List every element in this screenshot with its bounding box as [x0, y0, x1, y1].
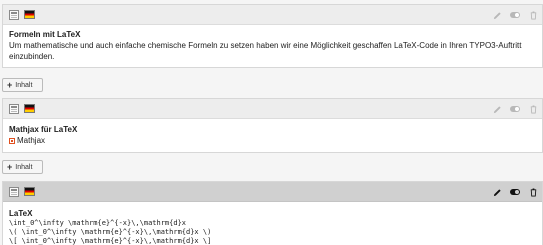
content-element-formeln: Formeln mit LaTeX Um mathematische und a…: [2, 4, 543, 68]
element-header: [3, 182, 542, 202]
german-flag-icon: [24, 10, 35, 19]
add-content-label: Inhalt: [15, 81, 33, 89]
latex-line: \int_0^\infty \mathrm{e}^{-x}\,\mathrm{d…: [9, 219, 187, 227]
delete-button[interactable]: [524, 99, 542, 119]
add-content-button[interactable]: + Inhalt: [2, 160, 43, 174]
delete-button[interactable]: [524, 182, 542, 202]
toggle-visibility-button[interactable]: [506, 5, 524, 25]
element-body[interactable]: LaTeX \int_0^\infty \mathrm{e}^{-x}\,\ma…: [3, 202, 542, 245]
latex-line: \( \int_0^\infty \mathrm{e}^{-x}\,\mathr…: [9, 228, 212, 236]
trash-icon: [530, 187, 536, 197]
toggle-visibility-icon: [510, 189, 520, 195]
plus-icon: +: [7, 161, 13, 172]
content-element-mathjax: Mathjax für LaTeX Mathjax: [2, 98, 543, 153]
element-header: [3, 5, 542, 25]
pencil-icon: [493, 188, 501, 196]
content-type-icon: [9, 10, 19, 20]
add-content-button[interactable]: + Inhalt: [2, 78, 43, 92]
delete-button[interactable]: [524, 5, 542, 25]
trash-icon: [530, 104, 536, 114]
toggle-visibility-button[interactable]: [506, 182, 524, 202]
content-type-icon: [9, 104, 19, 114]
element-body[interactable]: Mathjax für LaTeX Mathjax: [3, 119, 542, 150]
element-actions: [488, 99, 542, 119]
plugin-name: Mathjax: [17, 136, 46, 145]
toggle-visibility-icon: [510, 106, 520, 112]
content-element-latex: LaTeX \int_0^\infty \mathrm{e}^{-x}\,\ma…: [2, 181, 543, 245]
pencil-icon: [493, 105, 501, 113]
pencil-icon: [493, 11, 501, 19]
element-actions: [488, 182, 542, 202]
element-body[interactable]: Formeln mit LaTeX Um mathematische und a…: [3, 25, 542, 66]
element-title: Formeln mit LaTeX: [9, 30, 81, 39]
edit-button[interactable]: [488, 182, 506, 202]
edit-button[interactable]: [488, 99, 506, 119]
toggle-visibility-icon: [510, 12, 520, 18]
add-content-label: Inhalt: [15, 163, 33, 171]
element-title: LaTeX: [9, 209, 33, 218]
element-header: [3, 99, 542, 119]
german-flag-icon: [24, 104, 35, 113]
latex-line: \[ \int_0^\infty \mathrm{e}^{-x}\,\mathr…: [9, 237, 212, 245]
element-text: Um mathematische und auch einfache chemi…: [9, 41, 522, 61]
element-actions: [488, 5, 542, 25]
element-title: Mathjax für LaTeX: [9, 125, 78, 134]
edit-button[interactable]: [488, 5, 506, 25]
trash-icon: [530, 10, 536, 20]
german-flag-icon: [24, 187, 35, 196]
plugin-icon: [9, 138, 15, 144]
plus-icon: +: [7, 79, 13, 90]
toggle-visibility-button[interactable]: [506, 99, 524, 119]
element-text: Mathjax: [9, 135, 536, 146]
content-type-icon: [9, 187, 19, 197]
